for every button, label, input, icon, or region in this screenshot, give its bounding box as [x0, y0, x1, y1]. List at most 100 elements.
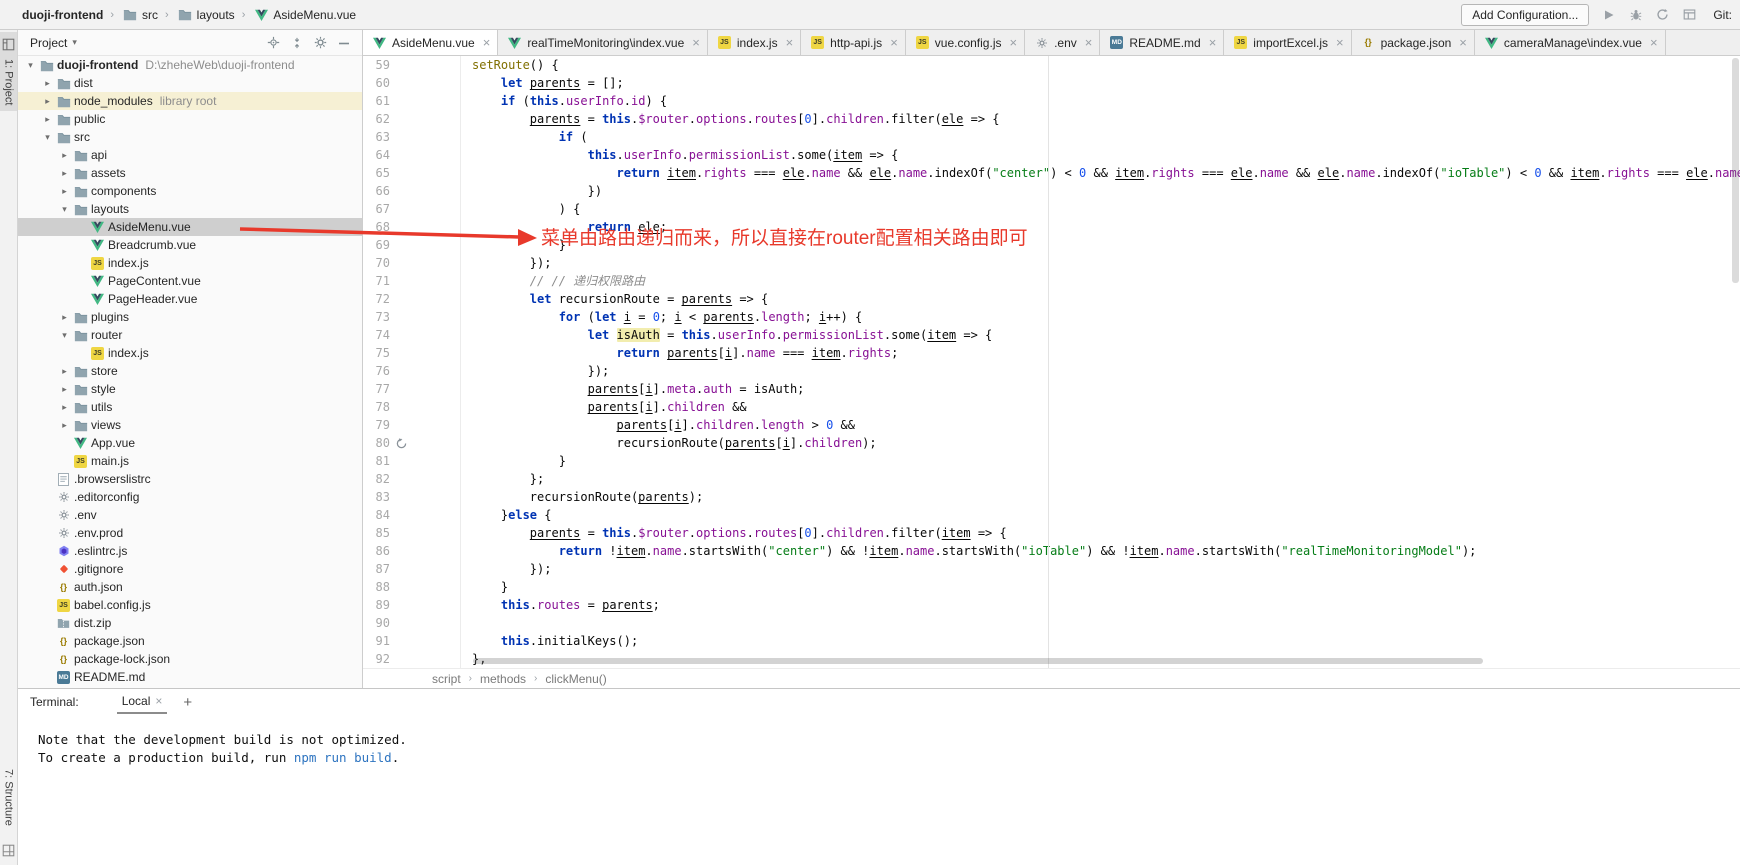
tree-item-node-modules[interactable]: ▸node_moduleslibrary root — [18, 92, 362, 110]
line-number[interactable]: 66 — [363, 182, 390, 200]
tree-item-index-js[interactable]: JSindex.js — [18, 344, 362, 362]
line-number[interactable]: 69 — [363, 236, 390, 254]
code-line-85[interactable]: 85 parents = this.$router.options.routes… — [363, 524, 1740, 542]
editor-tab-cameramanage-index-vue[interactable]: cameraManage\index.vue× — [1475, 30, 1666, 55]
line-number[interactable]: 80 — [363, 434, 390, 452]
line-number[interactable]: 89 — [363, 596, 390, 614]
line-number[interactable]: 67 — [363, 200, 390, 218]
tree-item-store[interactable]: ▸store — [18, 362, 362, 380]
line-number[interactable]: 74 — [363, 326, 390, 344]
tree-item-utils[interactable]: ▸utils — [18, 398, 362, 416]
code-line-60[interactable]: 60 let parents = []; — [363, 74, 1740, 92]
chevron-right-icon[interactable]: ▸ — [58, 402, 71, 413]
tree-item-eslintrc-js[interactable]: .eslintrc.js — [18, 542, 362, 560]
editor-tab-vue-config-js[interactable]: JSvue.config.js× — [906, 30, 1025, 55]
line-number[interactable]: 85 — [363, 524, 390, 542]
tree-item-components[interactable]: ▸components — [18, 182, 362, 200]
chevron-right-icon[interactable]: ▸ — [41, 78, 54, 89]
editor-tab-asidemenu-vue[interactable]: AsideMenu.vue× — [363, 30, 498, 55]
line-number[interactable]: 84 — [363, 506, 390, 524]
window-icon[interactable] — [1682, 7, 1697, 22]
code-line-68[interactable]: 68 return ele; — [363, 218, 1740, 236]
tree-item-layouts[interactable]: ▾layouts — [18, 200, 362, 218]
editor-breadcrumb-item-script[interactable]: script — [432, 672, 461, 686]
code-line-88[interactable]: 88 } — [363, 578, 1740, 596]
close-tab-icon[interactable]: × — [692, 36, 700, 49]
close-tab-icon[interactable]: × — [1459, 36, 1467, 49]
code-line-71[interactable]: 71 // // 递归权限路由 — [363, 272, 1740, 290]
tree-item-dist[interactable]: ▸dist — [18, 74, 362, 92]
tree-item-dist-zip[interactable]: dist.zip — [18, 614, 362, 632]
toolwindow-structure-button[interactable]: 7: Structure — [2, 763, 15, 832]
chevron-right-icon[interactable]: ▸ — [58, 312, 71, 323]
line-number[interactable]: 75 — [363, 344, 390, 362]
line-number[interactable]: 76 — [363, 362, 390, 380]
editor-tab-importexcel-js[interactable]: JSimportExcel.js× — [1224, 30, 1351, 55]
close-tab-icon[interactable]: × — [1009, 36, 1017, 49]
code-line-61[interactable]: 61 if (this.userInfo.id) { — [363, 92, 1740, 110]
toolwindow-project-button[interactable]: 1: Project — [0, 32, 17, 111]
debug-icon[interactable] — [1628, 7, 1643, 22]
chevron-right-icon[interactable]: ▸ — [58, 366, 71, 377]
chevron-right-icon[interactable]: ▸ — [41, 114, 54, 125]
code-line-72[interactable]: 72 let recursionRoute = parents => { — [363, 290, 1740, 308]
close-tab-icon[interactable]: × — [1650, 36, 1658, 49]
editor-tab-env[interactable]: .env× — [1025, 30, 1100, 55]
code-line-64[interactable]: 64 this.userInfo.permissionList.some(ite… — [363, 146, 1740, 164]
chevron-right-icon[interactable]: ▸ — [58, 150, 71, 161]
tree-item-package-json[interactable]: {}package.json — [18, 632, 362, 650]
code-line-83[interactable]: 83 recursionRoute(parents); — [363, 488, 1740, 506]
tree-item-pageheader-vue[interactable]: PageHeader.vue — [18, 290, 362, 308]
editor-tab-realtimemonitoring-index-vue[interactable]: realTimeMonitoring\index.vue× — [498, 30, 708, 55]
editor-tab-index-js[interactable]: JSindex.js× — [708, 30, 801, 55]
close-icon[interactable]: × — [155, 694, 162, 708]
code-line-59[interactable]: 59setRoute() { — [363, 56, 1740, 74]
code-line-70[interactable]: 70 }); — [363, 254, 1740, 272]
chevron-right-icon[interactable]: ▸ — [58, 420, 71, 431]
tree-item-env[interactable]: .env — [18, 506, 362, 524]
line-number[interactable]: 60 — [363, 74, 390, 92]
terminal-tab-local[interactable]: Local × — [117, 690, 168, 714]
tree-item-gitignore[interactable]: .gitignore — [18, 560, 362, 578]
tree-item-readme-md[interactable]: MDREADME.md — [18, 668, 362, 686]
chevron-down-icon[interactable]: ▾ — [41, 132, 54, 143]
line-number[interactable]: 71 — [363, 272, 390, 290]
terminal-output[interactable]: Note that the development build is not o… — [18, 715, 1740, 865]
code-line-65[interactable]: 65 return item.rights === ele.name && el… — [363, 164, 1740, 182]
tree-item-breadcrumb-vue[interactable]: Breadcrumb.vue — [18, 236, 362, 254]
line-number[interactable]: 82 — [363, 470, 390, 488]
project-view-selector[interactable]: Project ▾ — [30, 36, 77, 50]
line-number[interactable]: 70 — [363, 254, 390, 272]
hide-panel-icon[interactable] — [338, 37, 350, 49]
close-tab-icon[interactable]: × — [1209, 36, 1217, 49]
close-tab-icon[interactable]: × — [1336, 36, 1344, 49]
new-terminal-icon[interactable]: + — [183, 695, 192, 710]
chevron-right-icon[interactable]: ▸ — [58, 384, 71, 395]
code-line-62[interactable]: 62 parents = this.$router.options.routes… — [363, 110, 1740, 128]
code-line-75[interactable]: 75 return parents[i].name === item.right… — [363, 344, 1740, 362]
code-line-80[interactable]: 80 recursionRoute(parents[i].children); — [363, 434, 1740, 452]
editor-tab-http-api-js[interactable]: JShttp-api.js× — [801, 30, 906, 55]
collapse-all-icon[interactable] — [291, 37, 303, 49]
tree-item-duoji-frontend[interactable]: ▾duoji-frontendD:\zheheWeb\duoji-fronten… — [18, 56, 362, 74]
line-number[interactable]: 79 — [363, 416, 390, 434]
chevron-down-icon[interactable]: ▾ — [58, 204, 71, 215]
line-number[interactable]: 88 — [363, 578, 390, 596]
code-line-87[interactable]: 87 }); — [363, 560, 1740, 578]
tree-item-public[interactable]: ▸public — [18, 110, 362, 128]
line-number[interactable]: 83 — [363, 488, 390, 506]
close-tab-icon[interactable]: × — [1085, 36, 1093, 49]
line-number[interactable]: 87 — [363, 560, 390, 578]
line-number[interactable]: 68 — [363, 218, 390, 236]
close-tab-icon[interactable]: × — [786, 36, 794, 49]
chevron-down-icon[interactable]: ▾ — [58, 330, 71, 341]
tree-item-pagecontent-vue[interactable]: PageContent.vue — [18, 272, 362, 290]
add-configuration-button[interactable]: Add Configuration... — [1461, 4, 1589, 26]
code-line-86[interactable]: 86 return !item.name.startsWith("center"… — [363, 542, 1740, 560]
line-number[interactable]: 91 — [363, 632, 390, 650]
tree-item-asidemenu-vue[interactable]: AsideMenu.vue — [18, 218, 362, 236]
line-number[interactable]: 86 — [363, 542, 390, 560]
close-tab-icon[interactable]: × — [890, 36, 898, 49]
line-number[interactable]: 59 — [363, 56, 390, 74]
run-icon[interactable] — [1601, 7, 1616, 22]
